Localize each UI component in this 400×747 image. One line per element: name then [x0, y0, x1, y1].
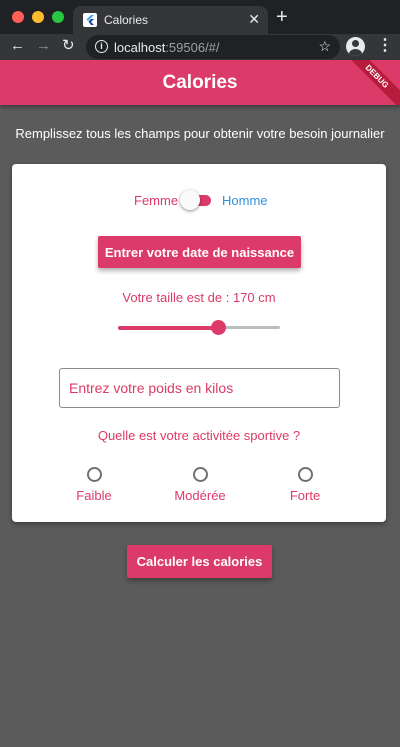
birthdate-button[interactable]: Entrer votre date de naissance — [98, 236, 301, 268]
browser-tab[interactable]: Calories ✕ — [73, 6, 268, 34]
browser-tabbar: Calories ✕ + — [0, 0, 400, 34]
url-host: localhost — [114, 40, 166, 55]
profile-avatar-icon[interactable] — [346, 37, 365, 56]
activity-radio-faible[interactable] — [87, 467, 102, 482]
window-close-button[interactable] — [12, 11, 24, 23]
browser-menu-icon[interactable]: ⋮ — [377, 35, 393, 57]
form-card: Femme Homme Entrer votre date de naissan… — [12, 164, 386, 522]
activity-label-faible: Faible — [76, 488, 112, 503]
activity-question: Quelle est votre activitée sportive ? — [97, 428, 301, 443]
app-bar: Calories DEBUG — [0, 60, 400, 105]
info-icon[interactable]: i — [95, 40, 108, 53]
back-icon[interactable]: ← — [10, 36, 25, 56]
activity-label-moderee: Modérée — [174, 488, 226, 503]
activity-label-forte: Forte — [289, 488, 321, 503]
new-tab-icon[interactable]: + — [276, 6, 288, 28]
window-maximize-button[interactable] — [52, 11, 64, 23]
browser-toolbar: ← → ↻ i localhost:59506/#/ ☆ ⋮ — [0, 34, 400, 60]
weight-input[interactable] — [59, 368, 340, 408]
gender-male-label: Homme — [222, 193, 268, 208]
calculate-calories-button[interactable]: Calculer les calories — [127, 545, 272, 578]
gender-female-label: Femme — [134, 193, 179, 208]
height-slider-thumb[interactable] — [210, 320, 226, 335]
reload-icon[interactable]: ↻ — [62, 36, 75, 56]
instructions-text: Remplissez tous les champs pour obtenir … — [15, 126, 385, 141]
flutter-icon — [83, 13, 97, 27]
address-bar[interactable]: i localhost:59506/#/ ☆ — [86, 35, 340, 59]
activity-radio-forte[interactable] — [298, 467, 313, 482]
tab-title: Calories — [104, 13, 149, 27]
bookmark-star-icon[interactable]: ☆ — [318, 38, 331, 55]
window-minimize-button[interactable] — [32, 11, 44, 23]
activity-radio-moderee[interactable] — [193, 467, 208, 482]
page-title: Calories — [162, 72, 238, 93]
gender-switch-thumb[interactable] — [180, 190, 200, 210]
url-path: :59506/#/ — [165, 40, 220, 55]
url-text: localhost:59506/#/ — [114, 40, 220, 55]
forward-icon[interactable]: → — [36, 36, 51, 56]
tab-close-icon[interactable]: ✕ — [248, 11, 260, 27]
height-slider-active[interactable] — [118, 326, 219, 330]
height-label: Votre taille est de : 170 cm — [122, 290, 276, 305]
